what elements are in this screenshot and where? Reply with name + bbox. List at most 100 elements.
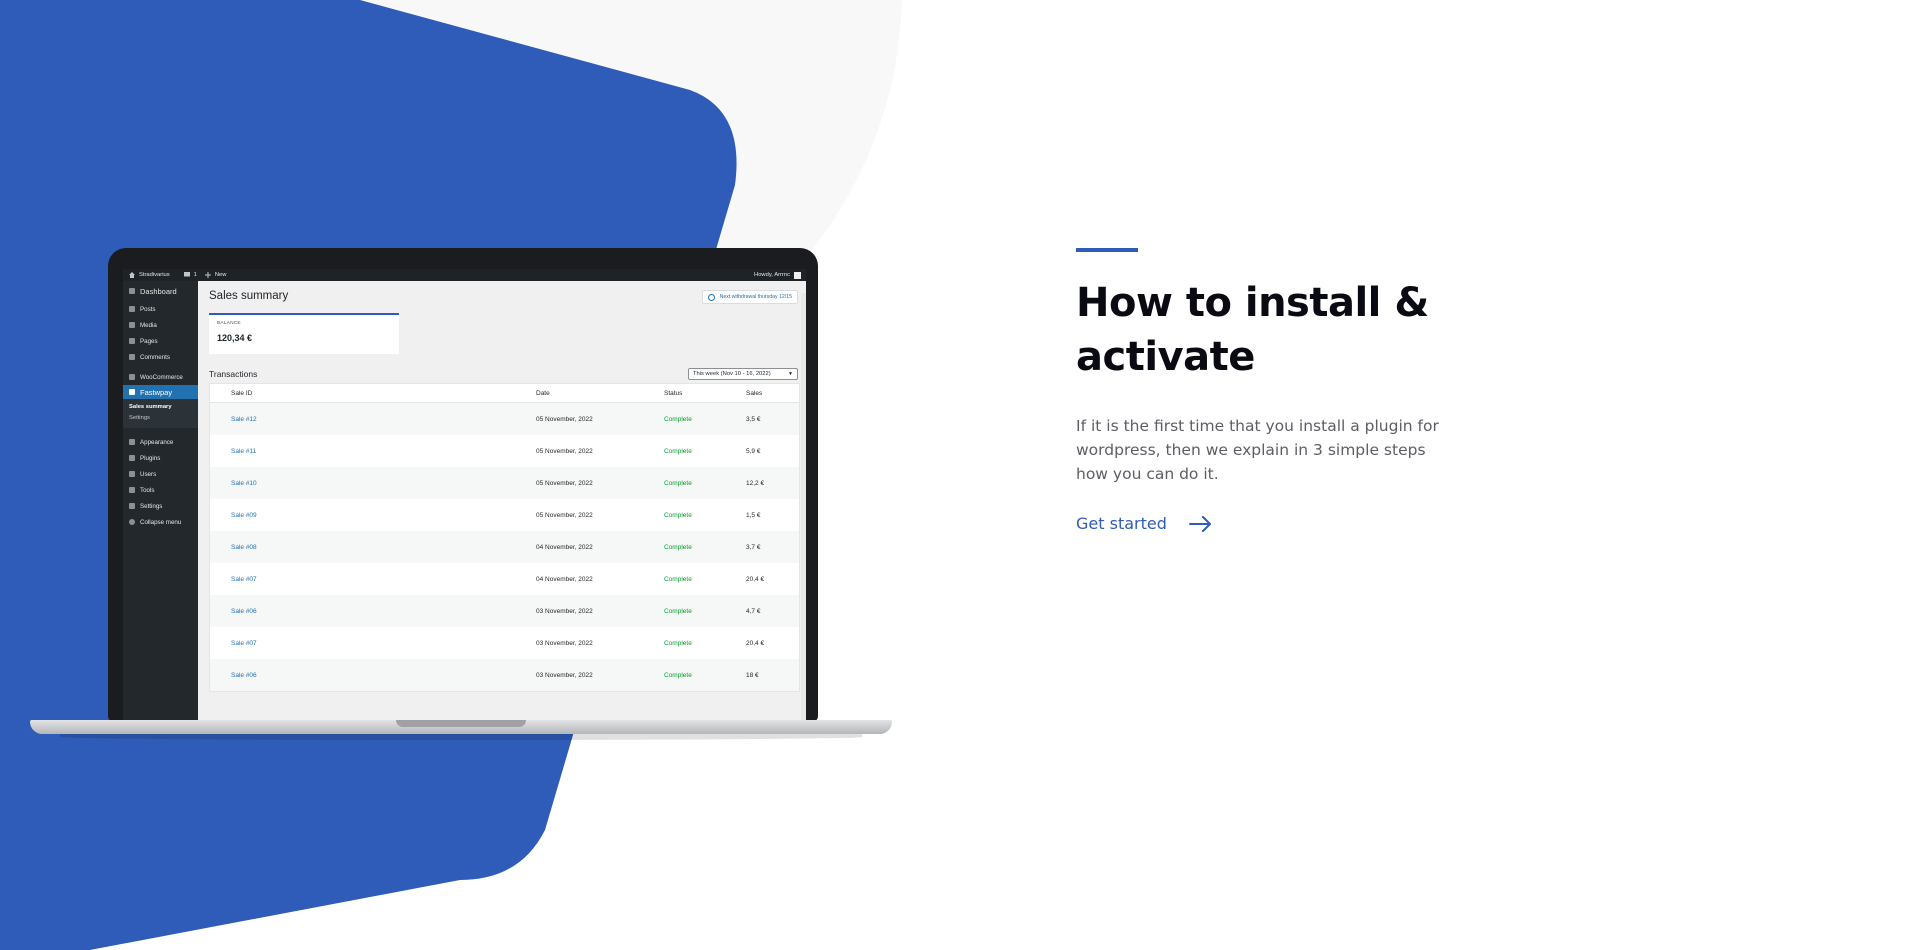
plug-icon [129,455,135,461]
balance-label: BALANCE [217,321,241,326]
info-icon [707,293,715,301]
sidebar-item-label: Users [140,470,157,478]
sale-date: 04 November, 2022 [536,575,593,583]
sidebar-item-users[interactable]: Users [123,466,198,482]
transactions-title: Transactions [209,369,258,379]
sidebar-item-label: Appearance [140,438,174,446]
sidebar-item-label: WooCommerce [140,373,183,381]
admin-bar-new[interactable]: New [204,272,227,278]
sale-id-link[interactable]: Sale #07 [231,576,257,583]
plus-icon [204,272,211,278]
sale-id-link[interactable]: Sale #12 [231,416,257,423]
sale-id-link[interactable]: Sale #09 [231,512,257,519]
get-started-label: Get started [1076,514,1167,533]
sidebar-item-label: Fastwpay [140,387,173,397]
laptop-mockup: Stradivarius 1 New Howdy, Arrrnc Dashboa… [30,248,892,748]
table-row: Sale #06 03 November, 2022 Complete 4,7 … [210,595,799,627]
sale-date: 05 November, 2022 [536,447,593,455]
sale-id-link[interactable]: Sale #07 [231,640,257,647]
sidebar-item-collapse[interactable]: Collapse menu [123,514,198,530]
wp-admin-sidebar: Dashboard Posts Media Pages Comments Woo… [123,281,198,721]
sidebar-item-label: Tools [140,486,155,494]
sidebar-item-woocommerce[interactable]: WooCommerce [123,369,198,385]
sidebar-item-pages[interactable]: Pages [123,333,198,349]
dashboard-icon [129,288,135,294]
sale-status: Complete [664,479,692,487]
table-header: Sale ID Date Status Sales [210,384,799,403]
home-icon [129,272,135,278]
avatar [794,271,801,279]
sidebar-item-fastwpay[interactable]: Fastwpay [123,385,198,399]
sale-amount: 3,5 € [746,415,761,423]
sidebar-item-label: Plugins [140,454,161,462]
comment-icon [183,272,190,278]
sale-status: Complete [664,671,692,679]
sidebar-item-tools[interactable]: Tools [123,482,198,498]
admin-bar-new-label: New [214,272,227,278]
sidebar-item-appearance[interactable]: Appearance [123,434,198,450]
column-header-sales[interactable]: Sales [746,390,799,397]
table-row: Sale #06 03 November, 2022 Complete 18 € [210,659,799,691]
date-filter-select[interactable]: This week (Nov 10 - 16, 2022) ▼ [688,368,798,380]
table-row: Sale #09 05 November, 2022 Complete 1,5 … [210,499,799,531]
sale-status: Complete [664,575,692,583]
date-filter-value: This week (Nov 10 - 16, 2022) [693,371,771,377]
media-icon [129,322,135,328]
notice-text: Next withdrawal thursday 12/15 [719,294,792,300]
laptop-notch [396,720,526,727]
hero-description: If it is the first time that you install… [1076,417,1439,483]
admin-bar-site-name: Stradivarius [139,272,170,278]
sidebar-item-posts[interactable]: Posts [123,301,198,317]
sale-date: 05 November, 2022 [536,415,593,423]
user-icon [129,471,135,477]
sidebar-item-label: Pages [140,337,158,345]
get-started-link[interactable]: Get started [1076,514,1496,533]
sale-id-link[interactable]: Sale #08 [231,544,257,551]
sidebar-item-comments[interactable]: Comments [123,349,198,365]
table-row: Sale #12 05 November, 2022 Complete 3,5 … [210,403,799,435]
admin-bar-site[interactable]: Stradivarius [129,272,170,278]
submenu-item-sales-summary[interactable]: Sales summary [129,402,198,413]
table-row: Sale #07 03 November, 2022 Complete 20,4… [210,627,799,659]
sidebar-item-label: Media [140,321,157,329]
sale-amount: 20,4 € [746,639,765,647]
column-header-sale-id[interactable]: Sale ID [210,390,536,397]
column-header-date[interactable]: Date [536,390,664,397]
submenu-item-settings[interactable]: Settings [129,413,198,424]
scrollbar[interactable] [801,293,806,721]
sale-id-link[interactable]: Sale #11 [231,448,256,455]
table-row: Sale #10 05 November, 2022 Complete 12,2… [210,467,799,499]
hero-title-line-1: How to install & [1076,280,1429,326]
admin-bar-account[interactable]: Howdy, Arrrnc [754,271,801,279]
sale-id-link[interactable]: Sale #10 [231,480,257,487]
sidebar-item-media[interactable]: Media [123,317,198,333]
hero-title: How to install & activate [1076,276,1496,384]
transactions-table: Sale ID Date Status Sales Sale #12 05 No… [209,383,800,692]
settings-icon [129,503,135,509]
sale-date: 05 November, 2022 [536,511,593,519]
admin-bar-comments-count: 1 [193,272,197,278]
column-header-status[interactable]: Status [664,390,746,397]
sale-date: 03 November, 2022 [536,639,593,647]
sidebar-item-dashboard[interactable]: Dashboard [123,281,198,301]
sale-amount: 1,5 € [746,511,761,519]
fastwpay-submenu: Sales summary Settings [123,399,198,428]
sidebar-item-plugins[interactable]: Plugins [123,450,198,466]
laptop-shadow [60,734,862,740]
admin-bar-comments[interactable]: 1 [183,272,197,278]
sale-status: Complete [664,447,692,455]
balance-value: 120,34 € [217,333,253,343]
sale-status: Complete [664,607,692,615]
withdrawal-notice: Next withdrawal thursday 12/15 [701,290,798,304]
sale-id-link[interactable]: Sale #06 [231,608,257,615]
sale-date: 03 November, 2022 [536,671,593,679]
laptop-screen: Stradivarius 1 New Howdy, Arrrnc Dashboa… [123,269,806,721]
sale-status: Complete [664,511,692,519]
page-icon [129,338,135,344]
admin-bar-greeting: Howdy, Arrrnc [754,272,790,278]
wp-admin-bar: Stradivarius 1 New Howdy, Arrrnc [123,269,806,281]
sidebar-item-label: Comments [140,353,170,361]
sale-id-link[interactable]: Sale #06 [231,672,257,679]
wp-admin-content: Sales summary Next withdrawal thursday 1… [198,281,806,721]
sidebar-item-settings[interactable]: Settings [123,498,198,514]
